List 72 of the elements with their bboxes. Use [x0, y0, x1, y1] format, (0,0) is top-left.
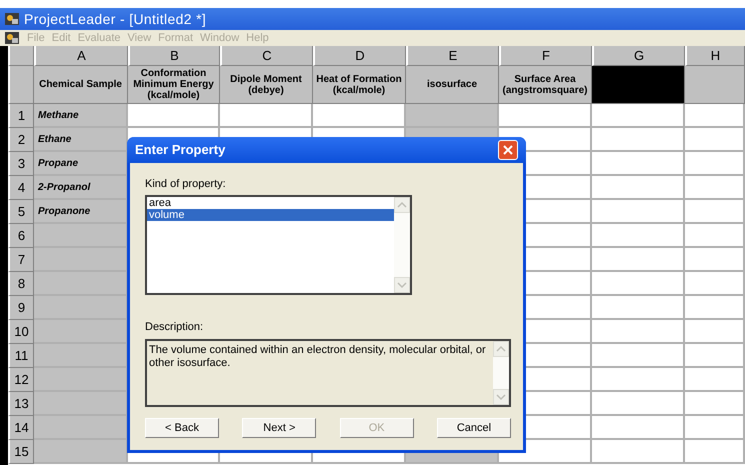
list-item[interactable]: volume [147, 208, 394, 220]
table-cell [685, 368, 745, 392]
row-header[interactable]: 4 [8, 176, 34, 200]
table-cell: Propanone [34, 200, 128, 224]
header-cell[interactable]: Surface Area (angstromsquare) [499, 66, 592, 104]
header-cell[interactable]: Heat of Formation (kcal/mole) [313, 66, 406, 104]
window-title: ProjectLeader - [Untitled2 *] [24, 10, 206, 29]
table-cell [685, 344, 745, 368]
scrollbar[interactable] [394, 196, 410, 292]
row-header[interactable]: 7 [8, 248, 34, 272]
row-header[interactable]: 1 [8, 104, 34, 128]
row-header[interactable]: 2 [8, 128, 34, 152]
table-cell [685, 176, 745, 200]
header-cell[interactable] [592, 66, 685, 104]
table-cell [685, 200, 745, 224]
scroll-up-icon[interactable] [394, 196, 410, 212]
header-cell[interactable]: Conformation Minimum Energy (kcal/mole) [128, 66, 220, 104]
row-header[interactable]: 6 [8, 224, 34, 248]
table-cell: Ethane [34, 128, 128, 152]
header-cell[interactable]: isosurface [406, 66, 499, 104]
column-header[interactable]: C [220, 46, 313, 66]
table-cell [685, 104, 745, 128]
table-cell [685, 272, 745, 296]
table-cell [685, 128, 745, 152]
row-header[interactable]: 5 [8, 200, 34, 224]
row-header[interactable]: 15 [8, 440, 34, 464]
row-header[interactable] [8, 66, 34, 104]
header-cell[interactable] [685, 66, 745, 104]
row-header[interactable]: 11 [8, 344, 34, 368]
column-header[interactable]: E [406, 46, 499, 66]
field-label: Kind of property: [145, 177, 227, 192]
row-header[interactable]: 10 [8, 320, 34, 344]
list-item[interactable]: area [147, 196, 394, 208]
row-header[interactable]: 8 [8, 272, 34, 296]
description-text: The volume contained within an electron density, molecular orbital, or other isosurface. [148, 343, 487, 371]
dialog-button[interactable]: Cancel [436, 418, 511, 438]
column-header[interactable]: H [685, 46, 745, 66]
row-header[interactable]: 12 [8, 368, 34, 392]
header-cell[interactable]: Chemical Sample [34, 66, 128, 104]
scrollbar[interactable] [493, 341, 509, 405]
table-cell [685, 152, 745, 176]
column-header[interactable]: B [128, 46, 220, 66]
table-cell [685, 416, 745, 440]
table-cell: Methane [34, 104, 128, 128]
table-cell [685, 296, 745, 320]
row-header[interactable]: 13 [8, 392, 34, 416]
scroll-down-icon[interactable] [493, 389, 509, 405]
app-icon [4, 31, 20, 45]
column-header[interactable]: F [499, 46, 592, 66]
field-label: Description: [145, 320, 204, 334]
row-header[interactable]: 3 [8, 152, 34, 176]
table-cell: Propane [34, 152, 128, 176]
scroll-down-icon[interactable] [394, 276, 410, 292]
close-icon [503, 145, 513, 155]
column-header[interactable]: A [34, 46, 128, 66]
dialog-title: Enter Property [135, 141, 226, 160]
header-cell[interactable]: Dipole Moment (debye) [220, 66, 313, 104]
close-button[interactable] [498, 140, 518, 160]
app-icon [4, 11, 20, 27]
table-cell [685, 440, 745, 464]
corner-cell[interactable] [8, 46, 34, 66]
dialog-button[interactable]: < Back [145, 418, 219, 438]
row-header[interactable]: 14 [8, 416, 34, 440]
table-cell [685, 224, 745, 248]
column-header[interactable]: D [313, 46, 406, 66]
table-cell [685, 392, 745, 416]
table-cell: 2-Propanol [34, 176, 128, 200]
table-cell [685, 248, 745, 272]
dialog-button[interactable]: Next > [242, 418, 316, 438]
table-cell [685, 320, 745, 344]
column-header[interactable]: G [592, 46, 685, 66]
row-header[interactable]: 9 [8, 296, 34, 320]
